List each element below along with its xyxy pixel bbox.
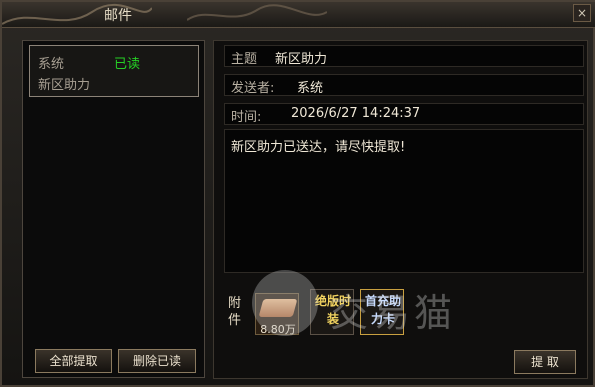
- close-button[interactable]: ×: [573, 4, 591, 22]
- mail-list-item[interactable]: 系统 已读 新区助力: [29, 45, 199, 97]
- sender-row: 发送者: 系统: [224, 74, 584, 96]
- take-all-button[interactable]: 全部提取: [35, 349, 112, 373]
- watermark-text: 交易猫: [330, 291, 457, 335]
- time-label: 时间:: [231, 110, 262, 125]
- mail-item-sender: 系统: [38, 57, 65, 72]
- delete-read-button[interactable]: 删除已读: [118, 349, 196, 373]
- window-title: 邮件: [104, 8, 132, 24]
- sender-value: 系统: [297, 81, 324, 96]
- watermark: 交易猫: [252, 270, 572, 350]
- subject-value: 新区助力: [275, 52, 328, 67]
- mail-item-subject: 新区助力: [38, 78, 91, 93]
- mail-item-read-status: 已读: [114, 57, 141, 72]
- time-row: 时间: 2026/6/27 14:24:37: [224, 103, 584, 125]
- mail-list-panel: 系统 已读 新区助力 全部提取 删除已读: [22, 40, 205, 378]
- sender-label: 发送者:: [231, 81, 275, 96]
- mail-window: 邮件 × 系统 已读 新区助力 全部提取 删除已读 主题 新区助力 发送者: 系…: [0, 0, 595, 387]
- subject-label: 主题: [231, 52, 258, 67]
- take-button[interactable]: 提 取: [514, 350, 576, 374]
- cat-logo-icon: [252, 270, 318, 336]
- dragon-ornament-right-icon: [187, 4, 327, 21]
- subject-row: 主题 新区助力: [224, 45, 584, 67]
- mail-body: 新区助力已送达，请尽快提取!: [224, 129, 584, 273]
- title-bar: 邮件 ×: [2, 2, 595, 28]
- time-value: 2026/6/27 14:24:37: [291, 106, 421, 121]
- attachment-label: 附件: [228, 296, 242, 328]
- mail-body-text: 新区助力已送达，请尽快提取!: [231, 140, 406, 155]
